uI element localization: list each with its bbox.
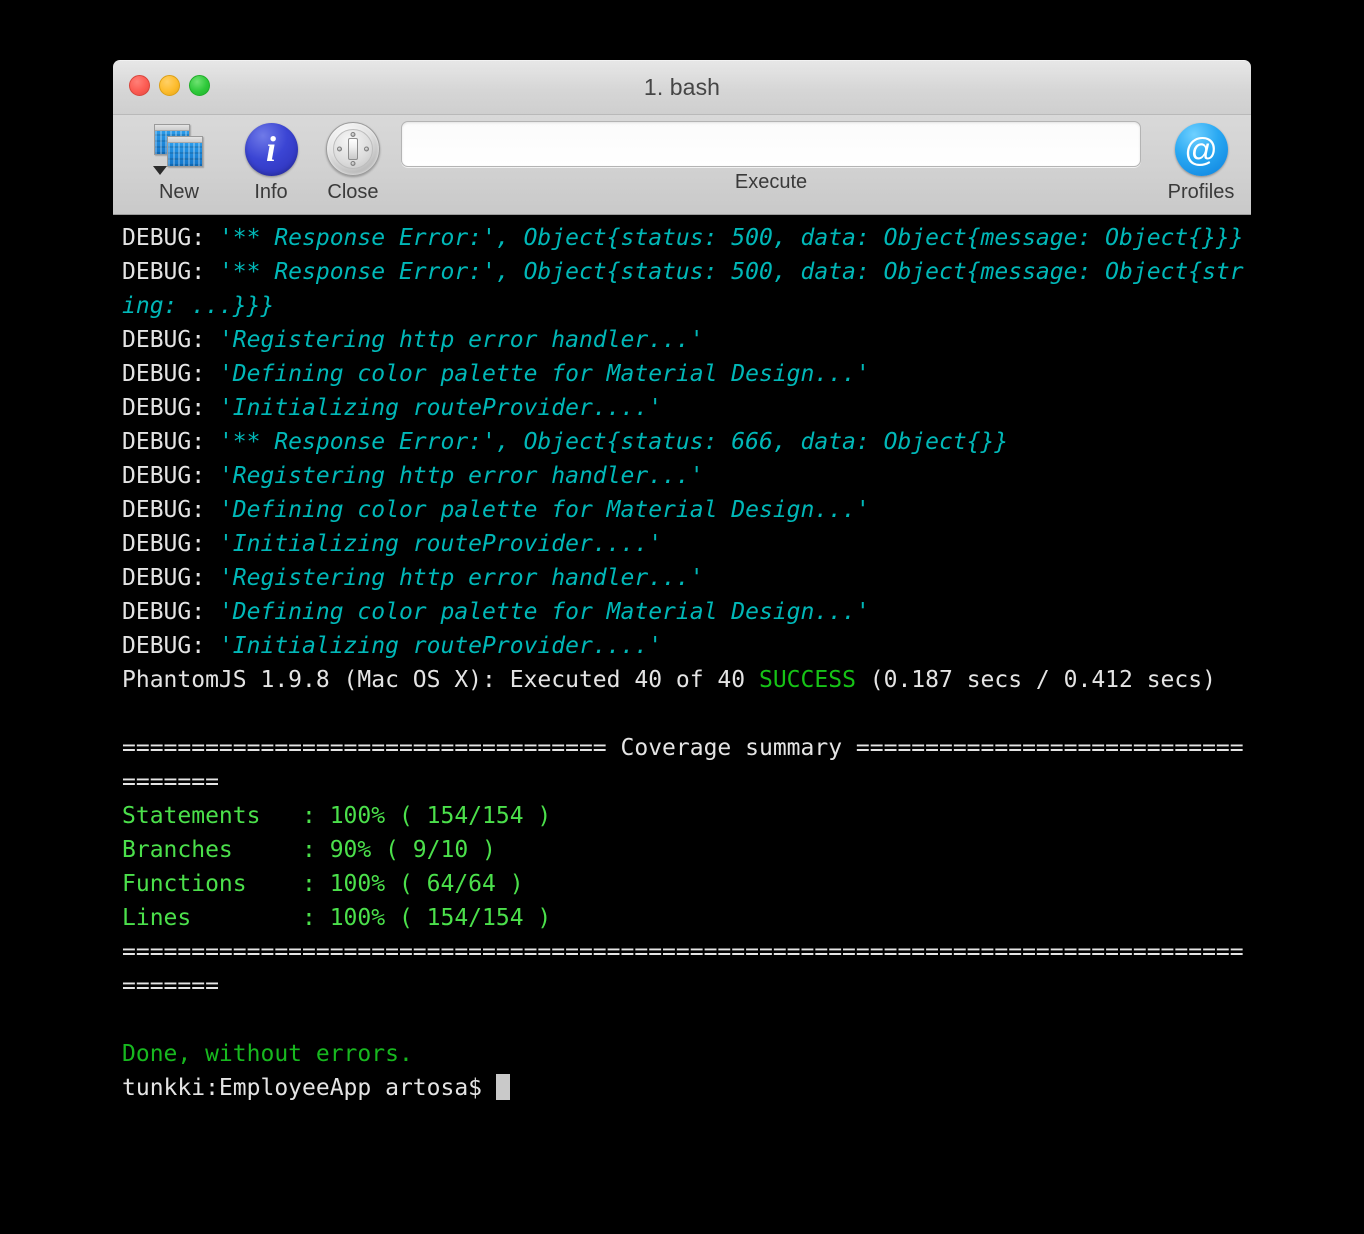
terminal-span: 'Registering http error handler...' — [218, 463, 704, 489]
terminal-span: DEBUG: — [122, 633, 219, 659]
terminal-span: DEBUG: — [122, 327, 219, 353]
terminal-span: DEBUG: — [122, 395, 219, 421]
at-sign-icon: @ — [1174, 122, 1228, 176]
terminal-line: Lines : 100% ( 154/154 ) — [122, 901, 1245, 935]
terminal-span: DEBUG: — [122, 429, 219, 455]
new-button[interactable]: New — [133, 120, 225, 204]
info-circle-icon: i — [244, 122, 298, 176]
terminal-line: DEBUG: 'Initializing routeProvider....' — [122, 391, 1245, 425]
execute-field-group: Execute — [401, 121, 1141, 194]
terminal-span: =================================== Cove… — [122, 735, 1244, 795]
terminal-line: DEBUG: 'Registering http error handler..… — [122, 459, 1245, 493]
terminal-line: tunkki:EmployeeApp artosa$ — [122, 1071, 1245, 1105]
terminal-line: Functions : 100% ( 64/64 ) — [122, 867, 1245, 901]
terminal-span: DEBUG: — [122, 225, 219, 251]
terminal-span: DEBUG: — [122, 565, 219, 591]
terminal-line: DEBUG: '** Response Error:', Object{stat… — [122, 255, 1245, 323]
terminal-span: DEBUG: — [122, 599, 219, 625]
terminal-line: DEBUG: 'Registering http error handler..… — [122, 323, 1245, 357]
terminal-span: 'Initializing routeProvider....' — [218, 633, 663, 659]
terminal-line: Done, without errors. — [122, 1037, 1245, 1071]
profiles-button[interactable]: @ Profiles — [1155, 120, 1247, 204]
terminal-span: 'Defining color palette for Material Des… — [218, 599, 870, 625]
execute-input[interactable] — [401, 121, 1141, 167]
terminal-span: 'Initializing routeProvider....' — [218, 395, 663, 421]
terminal-span: DEBUG: — [122, 463, 219, 489]
terminal-span: DEBUG: — [122, 531, 219, 557]
terminal-output-area[interactable]: DEBUG: '** Response Error:', Object{stat… — [113, 215, 1251, 1234]
terminal-span: PhantomJS 1.9.8 (Mac OS X): Executed 40 … — [122, 667, 759, 693]
terminal-line: DEBUG: 'Initializing routeProvider....' — [122, 629, 1245, 663]
chevron-down-icon — [153, 166, 167, 175]
new-window-icon — [150, 122, 208, 176]
info-button[interactable]: i Info — [225, 120, 317, 204]
window-title: 1. bash — [643, 74, 721, 100]
terminal-line: =================================== Cove… — [122, 731, 1245, 799]
window-titlebar: 1. bash — [113, 60, 1251, 115]
terminal-line: DEBUG: '** Response Error:', Object{stat… — [122, 221, 1245, 255]
terminal-span: SUCCESS — [758, 667, 856, 693]
terminal-span: Functions : 100% ( 64/64 ) — [122, 871, 524, 897]
terminal-line: ========================================… — [122, 935, 1245, 1003]
terminal-line: DEBUG: 'Initializing routeProvider....' — [122, 527, 1245, 561]
terminal-text: DEBUG: '** Response Error:', Object{stat… — [113, 221, 1251, 1105]
terminal-span: DEBUG: — [122, 259, 219, 285]
profiles-button-label: Profiles — [1167, 181, 1235, 203]
execute-label: Execute — [734, 171, 808, 193]
terminal-span: 'Registering http error handler...' — [218, 565, 704, 591]
terminal-span: Statements : 100% ( 154/154 ) — [122, 803, 552, 829]
close-button[interactable]: Close — [307, 120, 399, 204]
close-button-label: Close — [327, 181, 379, 203]
close-dial-icon — [326, 122, 380, 176]
terminal-span: Done, without errors. — [122, 1041, 413, 1067]
terminal-span: 'Defining color palette for Material Des… — [218, 497, 870, 523]
terminal-span: ========================================… — [122, 939, 1244, 999]
info-button-label: Info — [254, 181, 288, 203]
terminal-window: 1. bash New i Info Close Execute @ Profi… — [113, 60, 1251, 1234]
terminal-span: 'Registering http error handler...' — [218, 327, 704, 353]
terminal-line: DEBUG: 'Defining color palette for Mater… — [122, 595, 1245, 629]
new-button-label: New — [158, 181, 199, 203]
terminal-span: '** Response Error:', Object{status: 500… — [218, 225, 1244, 251]
window-toolbar: New i Info Close Execute @ Profiles — [113, 115, 1251, 215]
terminal-span: Lines : 100% ( 154/154 ) — [122, 905, 552, 931]
terminal-span: Branches : 90% ( 9/10 ) — [122, 837, 496, 863]
terminal-span: DEBUG: — [122, 361, 219, 387]
terminal-line: DEBUG: 'Defining color palette for Mater… — [122, 493, 1245, 527]
terminal-cursor — [495, 1074, 510, 1100]
terminal-line: DEBUG: 'Registering http error handler..… — [122, 561, 1245, 595]
screen: 1. bash New i Info Close Execute @ Profi… — [0, 0, 1364, 1234]
terminal-line: DEBUG: 'Defining color palette for Mater… — [122, 357, 1245, 391]
terminal-span: 'Defining color palette for Material Des… — [218, 361, 870, 387]
terminal-span: '** Response Error:', Object{status: 500… — [122, 259, 1244, 319]
terminal-span: '** Response Error:', Object{status: 666… — [218, 429, 1009, 455]
terminal-line: Statements : 100% ( 154/154 ) — [122, 799, 1245, 833]
terminal-line: PhantomJS 1.9.8 (Mac OS X): Executed 40 … — [122, 663, 1245, 697]
terminal-span: (0.187 secs / 0.412 secs) — [855, 667, 1216, 693]
terminal-span: 'Initializing routeProvider....' — [218, 531, 663, 557]
terminal-span: DEBUG: — [122, 497, 219, 523]
terminal-span: tunkki:EmployeeApp artosa$ — [122, 1075, 496, 1101]
terminal-line: Branches : 90% ( 9/10 ) — [122, 833, 1245, 867]
terminal-line: DEBUG: '** Response Error:', Object{stat… — [122, 425, 1245, 459]
